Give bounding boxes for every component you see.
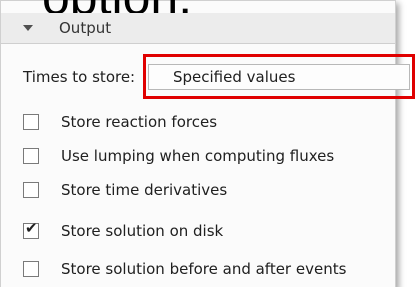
screenshot-stage: Output Times to store: Specified values … — [0, 0, 416, 287]
highlight-box — [143, 54, 415, 99]
checkmark-icon: ✔ — [25, 219, 38, 237]
store-solution-events-label: Store solution before and after events — [61, 260, 347, 278]
store-solution-on-disk-label: Store solution on disk — [61, 222, 224, 240]
store-time-derivatives-checkbox[interactable] — [23, 182, 39, 198]
store-reaction-forces-label: Store reaction forces — [61, 113, 218, 131]
store-reaction-forces-checkbox[interactable] — [23, 114, 39, 130]
store-solution-on-disk-checkbox[interactable]: ✔ — [23, 219, 39, 239]
use-lumping-label: Use lumping when computing fluxes — [61, 147, 335, 165]
chevron-down-icon[interactable] — [23, 25, 33, 31]
use-lumping-checkbox[interactable] — [23, 148, 39, 164]
store-time-derivatives-label: Store time derivatives — [61, 181, 228, 199]
section-title: Output — [59, 19, 112, 37]
times-to-store-label: Times to store: — [23, 68, 136, 86]
section-header-output[interactable]: Output — [1, 13, 395, 44]
store-solution-events-checkbox[interactable] — [23, 261, 39, 277]
settings-panel: Output Times to store: Specified values … — [0, 0, 410, 287]
